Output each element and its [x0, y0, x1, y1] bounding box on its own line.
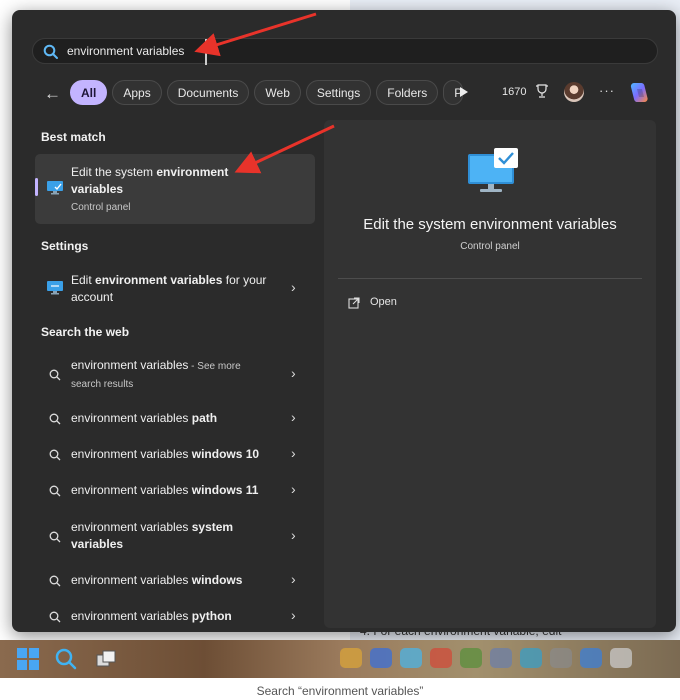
chevron-right-icon: › — [291, 481, 296, 497]
best-match-result[interactable]: Edit the system environment variables Co… — [35, 154, 315, 224]
taskbar-app[interactable] — [370, 648, 392, 668]
details-subtitle: Control panel — [460, 241, 520, 252]
play-icon[interactable] — [460, 87, 468, 97]
web-result-0[interactable]: environment variables - See more search … — [35, 353, 315, 395]
web-result-6[interactable]: environment variables python › — [35, 605, 315, 629]
web-result-title: environment variables python — [71, 609, 232, 623]
search-icon — [49, 368, 61, 381]
search-icon — [49, 412, 61, 425]
search-box[interactable] — [32, 38, 658, 65]
open-window-icon — [348, 296, 360, 309]
web-result-4[interactable]: environment variables system variables › — [35, 515, 315, 557]
rewards-points: 1670 — [502, 86, 527, 98]
web-result-title: environment variables path — [71, 411, 218, 425]
divider — [338, 278, 642, 279]
details-pane: Edit the system environment variables Co… — [324, 120, 656, 628]
chip-web[interactable]: Web — [254, 80, 301, 105]
web-result-title: environment variables system variables — [71, 520, 234, 551]
taskbar-app[interactable] — [340, 648, 362, 668]
chip-documents[interactable]: Documents — [166, 80, 250, 105]
taskbar-app[interactable] — [520, 648, 542, 668]
search-icon[interactable] — [54, 648, 78, 670]
figure-caption: Search “environment variables” — [256, 684, 424, 698]
chip-apps[interactable]: Apps — [112, 80, 162, 105]
back-button[interactable]: ← — [44, 84, 61, 104]
search-icon — [49, 610, 61, 623]
trophy-icon[interactable] — [535, 84, 549, 98]
avatar[interactable] — [564, 82, 584, 102]
taskbar-apps — [340, 648, 680, 670]
settings-result[interactable]: Edit environment variables for your acco… — [35, 268, 315, 310]
chip-all[interactable]: All — [70, 80, 108, 105]
best-match-heading: Best match — [41, 130, 106, 144]
settings-result-title: Edit environment variables for your acco… — [71, 273, 267, 304]
taskbar-app[interactable] — [610, 648, 632, 668]
web-result-title: environment variables - See more — [71, 358, 241, 372]
taskbar-app[interactable] — [430, 648, 452, 668]
taskbar-app[interactable] — [460, 648, 482, 668]
web-result-3[interactable]: environment variables windows 11 › — [35, 479, 315, 503]
taskbar-app[interactable] — [550, 648, 572, 668]
monitor-icon — [46, 280, 64, 296]
best-match-subtitle: Control panel — [71, 202, 131, 213]
search-icon — [49, 530, 61, 543]
taskbar-app[interactable] — [400, 648, 422, 668]
search-icon — [43, 44, 59, 60]
task-view-icon[interactable] — [94, 648, 118, 670]
selection-indicator — [35, 178, 38, 196]
chevron-right-icon: › — [291, 607, 296, 623]
web-result-1[interactable]: environment variables path › — [35, 407, 315, 431]
web-result-title: environment variables windows 11 — [71, 483, 259, 497]
web-result-title: environment variables windows 10 — [71, 447, 260, 461]
taskbar-app[interactable] — [580, 648, 602, 668]
copilot-icon[interactable] — [626, 80, 652, 106]
chevron-right-icon: › — [291, 365, 296, 381]
open-action[interactable]: Open — [348, 296, 397, 309]
chevron-right-icon: › — [291, 279, 296, 295]
text-cursor — [205, 39, 207, 65]
web-result-subtitle: search results — [71, 379, 134, 390]
chevron-right-icon: › — [291, 527, 296, 543]
start-search-panel: ← All Apps Documents Web Settings Folder… — [12, 10, 676, 632]
chevron-right-icon: › — [291, 445, 296, 461]
taskbar-app[interactable] — [490, 648, 512, 668]
windows-logo-icon[interactable] — [16, 648, 40, 670]
search-icon — [49, 574, 61, 587]
web-result-title: environment variables windows — [71, 573, 243, 587]
search-input[interactable] — [67, 44, 467, 58]
chevron-right-icon: › — [291, 409, 296, 425]
details-title: Edit the system environment variables — [363, 216, 617, 233]
more-options-button[interactable]: ··· — [599, 83, 615, 98]
monitor-icon — [466, 148, 520, 196]
monitor-icon — [46, 180, 64, 196]
search-web-heading: Search the web — [41, 325, 130, 339]
filter-chips: All Apps Documents Web Settings Folders … — [70, 80, 464, 105]
best-match-title: Edit the system environment variables — [71, 165, 229, 196]
web-result-5[interactable]: environment variables windows › — [35, 569, 315, 593]
settings-heading: Settings — [41, 239, 89, 253]
chip-settings[interactable]: Settings — [305, 80, 372, 105]
search-icon — [49, 484, 61, 497]
open-label: Open — [370, 296, 397, 308]
chevron-right-icon: › — [291, 571, 296, 587]
chip-folders[interactable]: Folders — [376, 80, 439, 105]
web-result-2[interactable]: environment variables windows 10 › — [35, 443, 315, 467]
search-icon — [49, 448, 61, 461]
